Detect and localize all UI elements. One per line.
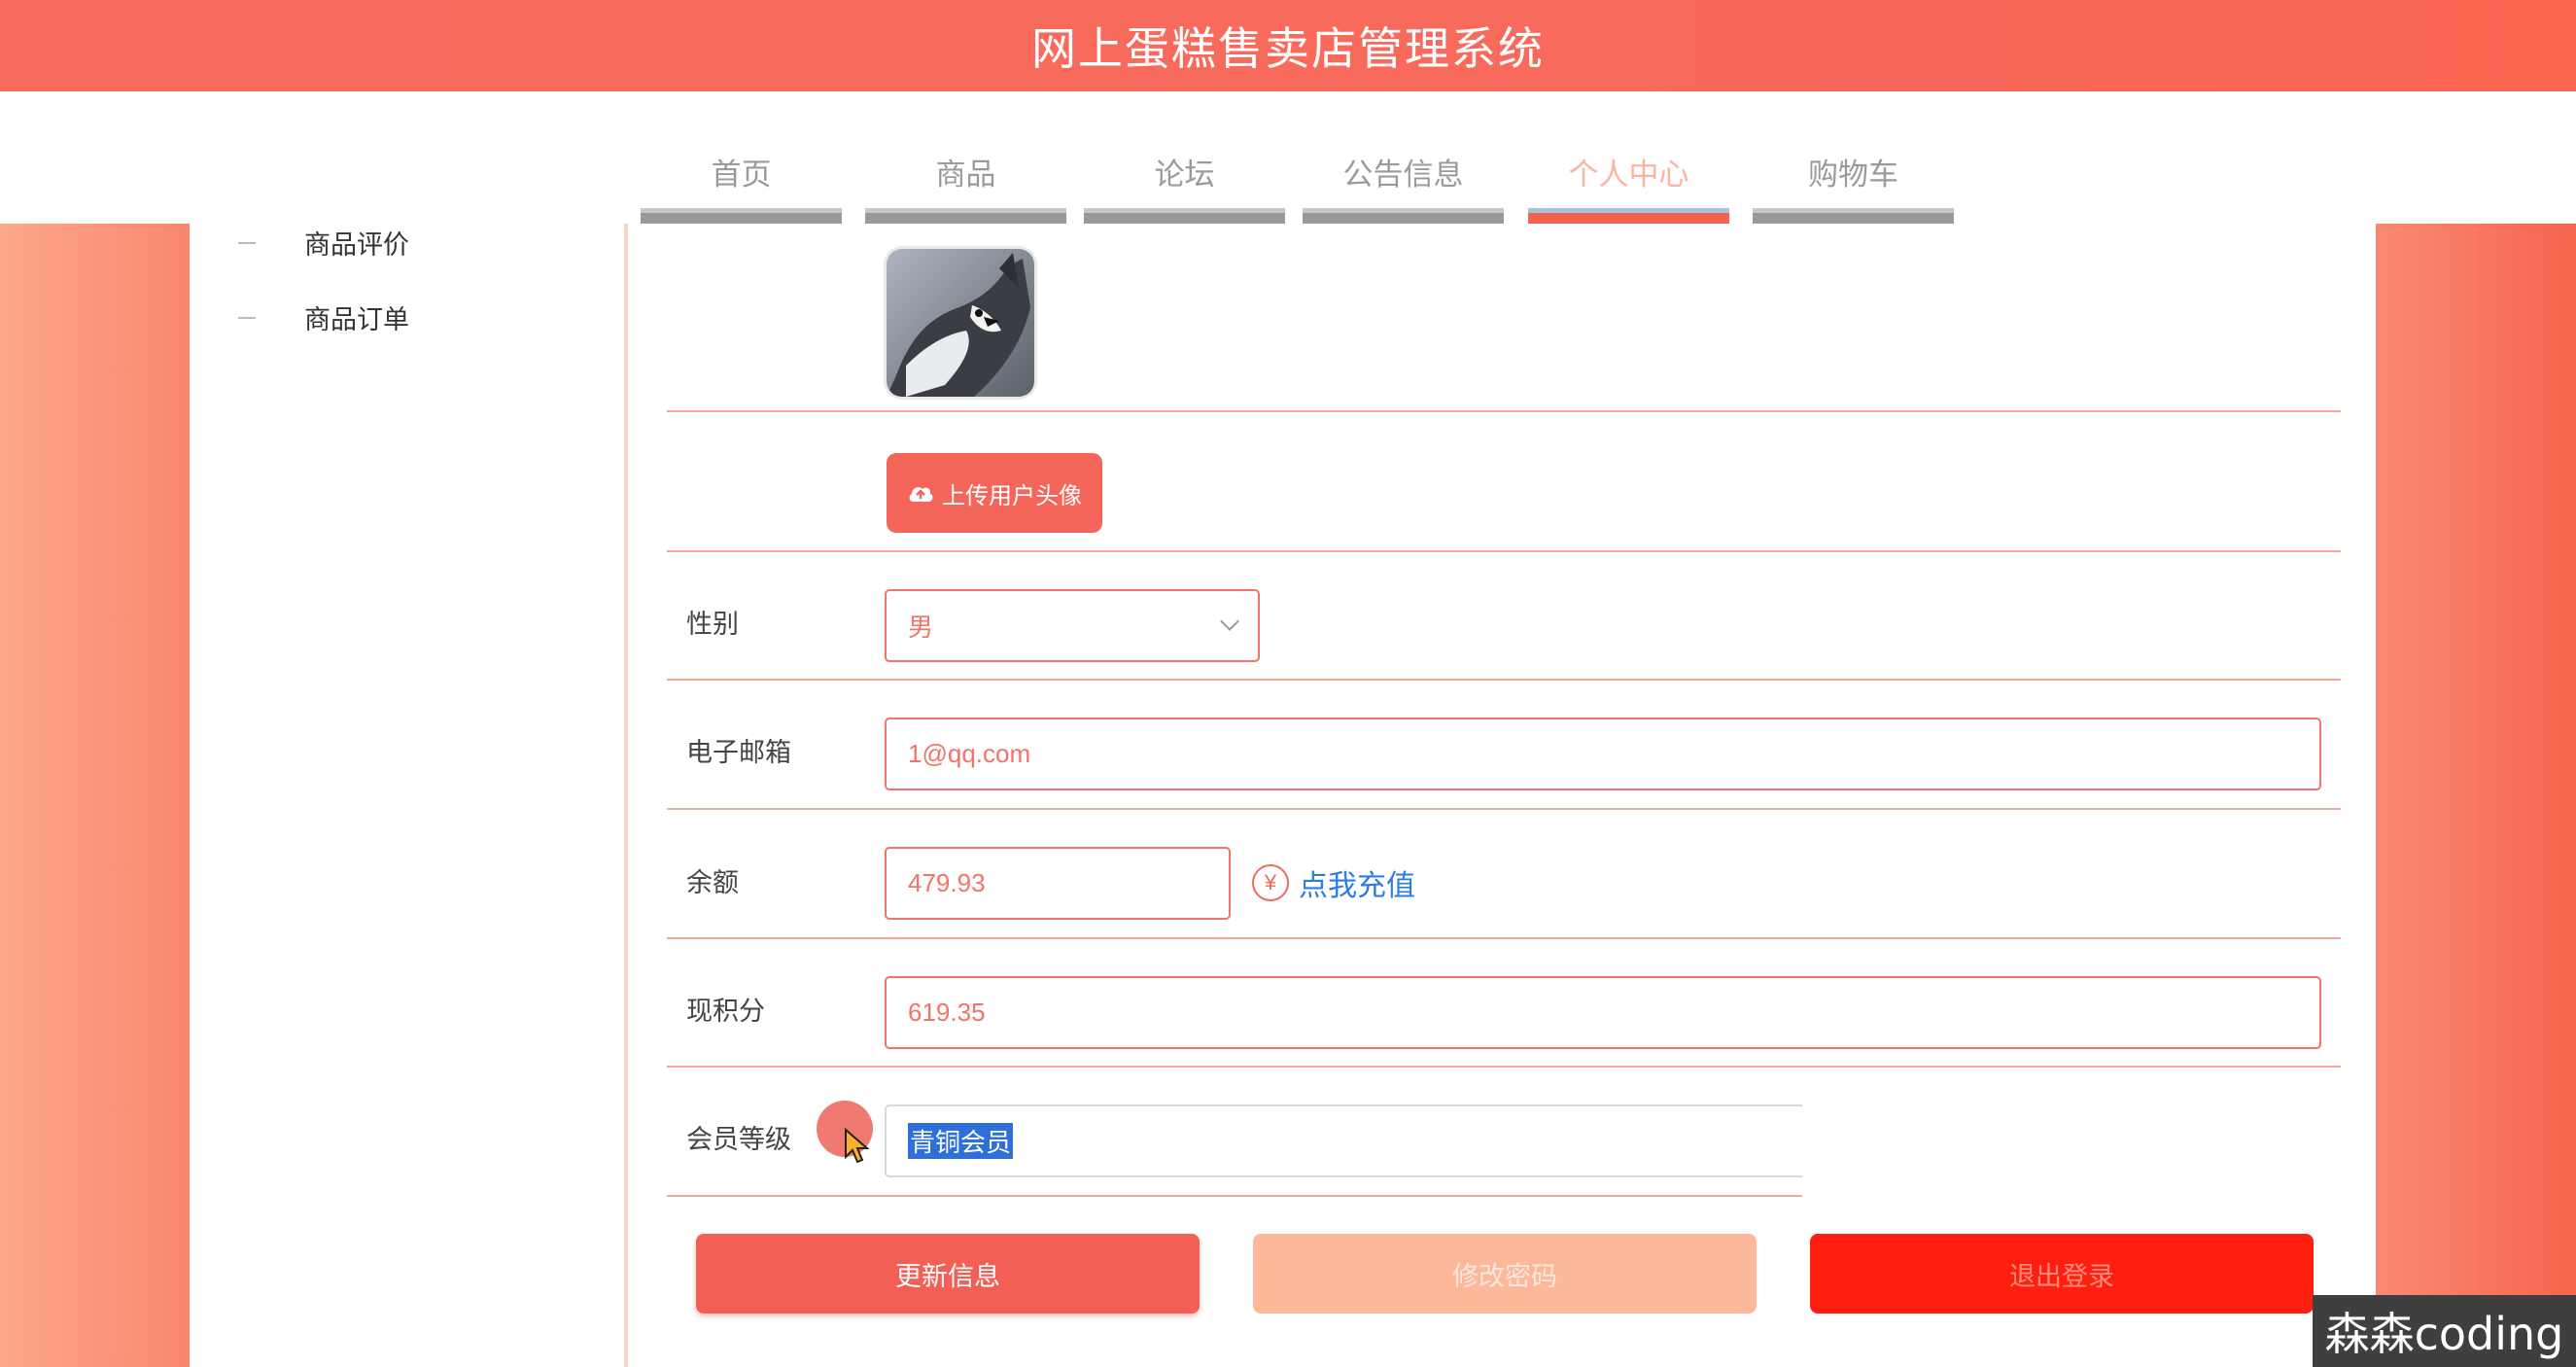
gender-select[interactable]: 男 bbox=[885, 589, 1260, 662]
yen-icon: ¥ bbox=[1252, 864, 1289, 901]
page-background-right bbox=[2376, 224, 2576, 1367]
nav-tab-label: 首页 bbox=[711, 158, 772, 192]
row-divider bbox=[667, 808, 2341, 810]
nav-tab-underline bbox=[1084, 208, 1285, 224]
update-info-label: 更新信息 bbox=[895, 1261, 1000, 1291]
nav-tab-label: 个人中心 bbox=[1568, 158, 1689, 192]
avatar bbox=[887, 249, 1034, 397]
change-password-label: 修改密码 bbox=[1452, 1261, 1557, 1291]
points-label: 现积分 bbox=[686, 997, 765, 1026]
update-info-button[interactable]: 更新信息 bbox=[696, 1234, 1200, 1314]
app-header: 网上蛋糕售卖店管理系统 bbox=[0, 0, 2576, 91]
email-field[interactable]: 1@qq.com bbox=[885, 718, 2321, 790]
sidebar-item-label: 商品评价 bbox=[304, 230, 409, 260]
email-value: 1@qq.com bbox=[908, 739, 1031, 768]
nav-tab-underline bbox=[1753, 208, 1954, 224]
points-value: 619.35 bbox=[908, 998, 986, 1027]
watermark: 森森coding bbox=[2313, 1295, 2576, 1367]
nav-tab-label: 购物车 bbox=[1808, 158, 1898, 192]
dash-icon bbox=[238, 316, 256, 319]
sidebar-item-orders[interactable]: 商品订单 bbox=[238, 298, 409, 336]
page-background-left bbox=[0, 224, 190, 1367]
gender-label: 性别 bbox=[686, 610, 739, 639]
email-label: 电子邮箱 bbox=[686, 738, 791, 767]
sidebar: 商品评价 商品订单 bbox=[190, 224, 624, 1367]
upload-avatar-button[interactable]: 上传用户头像 bbox=[887, 453, 1102, 533]
nav-tab-label: 商品 bbox=[935, 158, 996, 192]
nav-tab-underline bbox=[865, 208, 1066, 224]
row-divider bbox=[667, 410, 2341, 412]
chevron-down-icon bbox=[1220, 612, 1239, 631]
logout-button[interactable]: 退出登录 bbox=[1810, 1234, 2314, 1314]
gender-value: 男 bbox=[908, 613, 934, 642]
nav-tab-label: 论坛 bbox=[1154, 158, 1215, 192]
balance-label: 余额 bbox=[686, 868, 739, 897]
row-divider bbox=[667, 937, 2341, 939]
change-password-button[interactable]: 修改密码 bbox=[1253, 1234, 1757, 1314]
row-divider bbox=[667, 679, 2341, 681]
row-divider bbox=[667, 1066, 2341, 1068]
member-level-value: 青铜会员 bbox=[908, 1123, 1014, 1159]
nav-tab-underline bbox=[641, 208, 842, 224]
recording-overlay bbox=[1802, 1087, 2376, 1204]
main-nav: 首页 商品 论坛 公告信息 个人中心 购物车 bbox=[0, 91, 2576, 224]
balance-value: 479.93 bbox=[908, 868, 986, 897]
recharge-link[interactable]: ¥ 点我充值 bbox=[1252, 861, 1415, 904]
dash-icon bbox=[238, 241, 256, 244]
sidebar-item-reviews[interactable]: 商品评价 bbox=[238, 224, 409, 262]
sidebar-item-label: 商品订单 bbox=[304, 305, 409, 334]
app-title: 网上蛋糕售卖店管理系统 bbox=[1031, 23, 1545, 74]
nav-tab-underline bbox=[1528, 208, 1729, 224]
member-level-label: 会员等级 bbox=[686, 1125, 791, 1154]
points-field[interactable]: 619.35 bbox=[885, 976, 2321, 1049]
row-divider bbox=[667, 550, 2341, 552]
nav-tab-label: 公告信息 bbox=[1342, 158, 1464, 192]
cloud-upload-icon bbox=[909, 487, 933, 502]
upload-avatar-label: 上传用户头像 bbox=[942, 482, 1082, 509]
nav-tab-underline bbox=[1303, 208, 1504, 224]
husky-avatar-image bbox=[887, 249, 1034, 397]
balance-field[interactable]: 479.93 bbox=[885, 847, 1231, 920]
recharge-label: 点我充值 bbox=[1299, 870, 1415, 902]
logout-label: 退出登录 bbox=[2009, 1261, 2114, 1291]
mouse-cursor-icon bbox=[845, 1128, 869, 1164]
